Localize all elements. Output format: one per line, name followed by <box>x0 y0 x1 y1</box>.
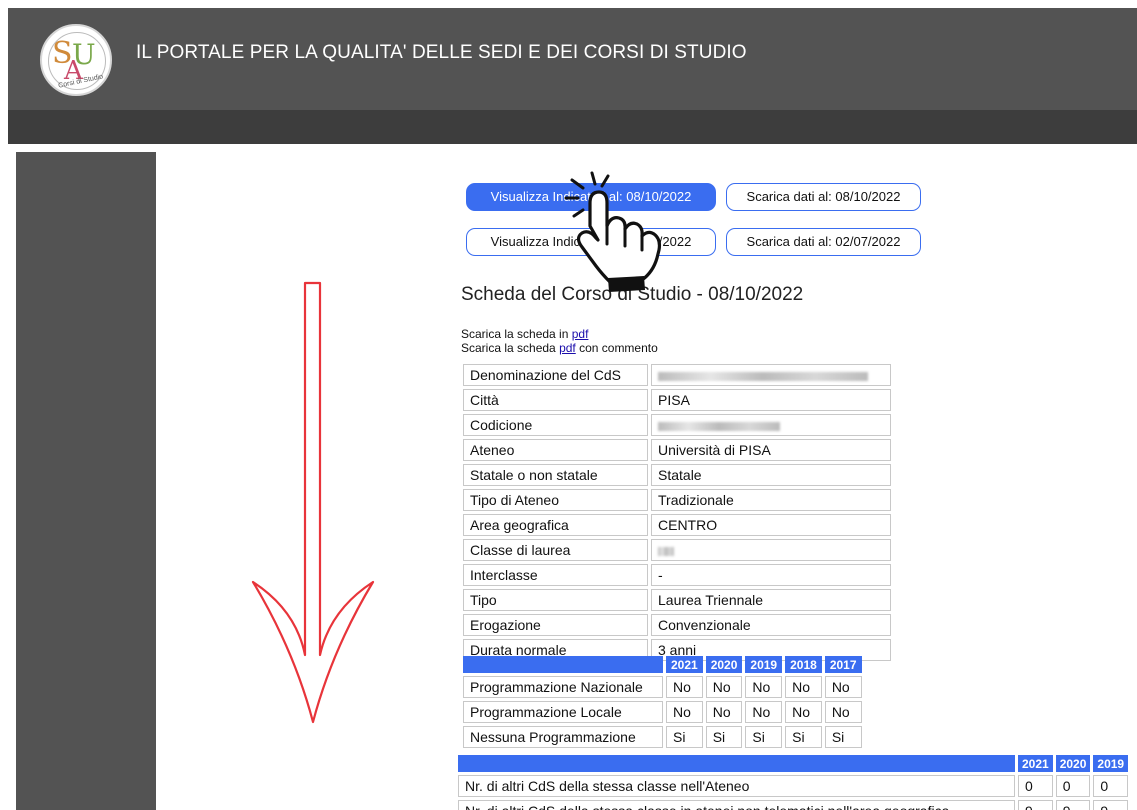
year-header: 2020 <box>705 656 743 673</box>
table-row: Codicione <box>463 414 891 436</box>
info-table: Denominazione del CdS Città PISA Codicion… <box>460 361 894 664</box>
download-pdf-line: Scarica la scheda in pdf <box>461 328 588 341</box>
site-title: IL PORTALE PER LA QUALITA' DELLE SEDI E … <box>136 42 747 63</box>
year-header: 2020 <box>1055 755 1091 772</box>
year-header: 2021 <box>1018 755 1053 772</box>
table-header-row: 2021 2020 2019 2018 2017 <box>463 656 862 673</box>
cell: No <box>705 701 743 723</box>
info-value: PISA <box>651 389 891 411</box>
scheda-title: Scheda del Corso di Studio - 08/10/2022 <box>461 284 804 305</box>
table-row: Statale o non statale Statale <box>463 464 891 486</box>
left-sidebar <box>16 152 156 810</box>
cell: No <box>785 676 822 698</box>
download-pdf-comment-suffix: con commento <box>575 341 658 355</box>
info-value: Laurea Triennale <box>651 589 891 611</box>
info-label: Denominazione del CdS <box>463 364 648 386</box>
cell: No <box>745 701 783 723</box>
year-header: 2018 <box>785 656 822 673</box>
info-value-redacted <box>651 414 891 436</box>
info-label: Codicione <box>463 414 648 436</box>
cell: No <box>666 701 703 723</box>
info-value-redacted <box>651 364 891 386</box>
table-row: Tipo Laurea Triennale <box>463 589 891 611</box>
table-row: Nr. di altri CdS della stessa classe in … <box>458 800 1129 810</box>
table-row: Denominazione del CdS <box>463 364 891 386</box>
info-value: Convenzionale <box>651 614 891 636</box>
info-label: Interclasse <box>463 564 648 586</box>
cell: No <box>785 701 822 723</box>
info-label: Tipo <box>463 589 648 611</box>
header-blank <box>463 656 663 673</box>
cell: Si <box>824 726 862 748</box>
scarica-dati-button-2[interactable]: Scarica dati al: 02/07/2022 <box>726 228 921 256</box>
info-label: Ateneo <box>463 439 648 461</box>
year-header: 2019 <box>745 656 783 673</box>
visualizza-indicatori-button-2[interactable]: Visualizza Indicatori al: 02/07/2022 <box>466 228 716 256</box>
info-value: CENTRO <box>651 514 891 536</box>
cell: 9 <box>1055 800 1091 810</box>
cell: No <box>824 676 862 698</box>
row-label: Nr. di altri CdS della stessa classe in … <box>458 800 1015 810</box>
row-label: Programmazione Locale <box>463 701 663 723</box>
navbar <box>8 110 1137 144</box>
table-row: Programmazione Locale No No No No No <box>463 701 862 723</box>
table-row: Area geografica CENTRO <box>463 514 891 536</box>
table-row: Città PISA <box>463 389 891 411</box>
cell: Si <box>745 726 783 748</box>
year-header: 2021 <box>666 656 703 673</box>
scarica-dati-button-1[interactable]: Scarica dati al: 08/10/2022 <box>726 183 921 211</box>
cell: No <box>745 676 783 698</box>
table-header-row: 2021 2020 2019 <box>458 755 1129 772</box>
altri-cds-table: 2021 2020 2019 Nr. di altri CdS della st… <box>455 752 1131 810</box>
table-row: Nessuna Programmazione Si Si Si Si Si <box>463 726 862 748</box>
cell: 9 <box>1018 800 1053 810</box>
cell: 0 <box>1093 775 1129 797</box>
info-label: Classe di laurea <box>463 539 648 561</box>
info-label: Erogazione <box>463 614 648 636</box>
info-value: - <box>651 564 891 586</box>
down-arrow-icon <box>251 281 375 724</box>
download-pdf-comment-prefix: Scarica la scheda <box>461 341 560 355</box>
row-label: Nr. di altri CdS della stessa classe nel… <box>458 775 1015 797</box>
programmazione-table: 2021 2020 2019 2018 2017 Programmazione … <box>460 653 865 751</box>
row-label: Programmazione Nazionale <box>463 676 663 698</box>
cell: 9 <box>1093 800 1129 810</box>
info-value: Tradizionale <box>651 489 891 511</box>
info-label: Città <box>463 389 648 411</box>
table-row: Interclasse - <box>463 564 891 586</box>
table-row: Erogazione Convenzionale <box>463 614 891 636</box>
cell: Si <box>705 726 743 748</box>
cell: 0 <box>1018 775 1053 797</box>
cell: 0 <box>1055 775 1091 797</box>
year-header: 2019 <box>1093 755 1129 772</box>
download-pdf-link[interactable]: pdf <box>572 327 589 341</box>
download-pdf-prefix: Scarica la scheda in <box>461 327 572 341</box>
year-header: 2017 <box>824 656 862 673</box>
cell: No <box>824 701 862 723</box>
info-value-redacted <box>651 539 891 561</box>
cell: No <box>666 676 703 698</box>
table-row: Tipo di Ateneo Tradizionale <box>463 489 891 511</box>
cell: Si <box>666 726 703 748</box>
visualizza-indicatori-button-1[interactable]: Visualizza Indicatori al: 08/10/2022 <box>466 183 716 211</box>
info-label: Tipo di Ateneo <box>463 489 648 511</box>
table-row: Nr. di altri CdS della stessa classe nel… <box>458 775 1129 797</box>
altri-cds-table-wrapper: 2021 2020 2019 Nr. di altri CdS della st… <box>455 752 1137 810</box>
info-value: Statale <box>651 464 891 486</box>
info-label: Statale o non statale <box>463 464 648 486</box>
table-row: Ateneo Università di PISA <box>463 439 891 461</box>
info-label: Area geografica <box>463 514 648 536</box>
table-row: Programmazione Nazionale No No No No No <box>463 676 862 698</box>
sua-cds-logo[interactable]: S U A Corsi di Studio <box>40 24 112 96</box>
info-value: Università di PISA <box>651 439 891 461</box>
cell: Si <box>785 726 822 748</box>
cell: No <box>705 676 743 698</box>
header-blank <box>458 755 1015 772</box>
download-pdf-comment-line: Scarica la scheda pdf con commento <box>461 342 658 355</box>
row-label: Nessuna Programmazione <box>463 726 663 748</box>
download-pdf-comment-link[interactable]: pdf <box>559 341 576 355</box>
table-row: Classe di laurea <box>463 539 891 561</box>
